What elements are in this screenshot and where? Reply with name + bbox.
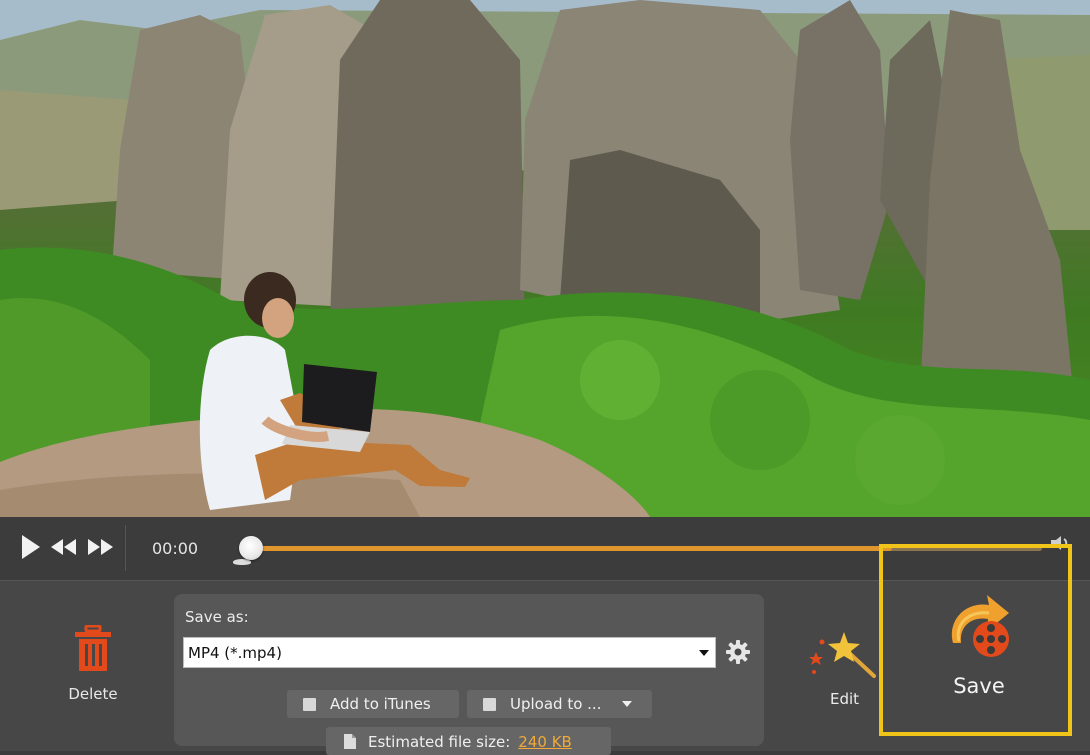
gear-icon[interactable] [725, 639, 751, 669]
format-select-value: MP4 (*.mp4) [188, 644, 282, 662]
rewind-icon[interactable] [50, 538, 78, 560]
save-as-label: Save as: [185, 608, 249, 626]
transport-divider [125, 525, 126, 571]
chevron-down-icon [699, 650, 709, 656]
save-label: Save [953, 674, 1005, 698]
upload-to-label: Upload to ... [510, 695, 602, 713]
fast-forward-icon[interactable] [86, 538, 114, 560]
delete-label: Delete [68, 685, 118, 703]
seek-progress [252, 546, 892, 551]
delete-button[interactable]: Delete [58, 624, 128, 703]
chevron-down-icon [622, 701, 632, 707]
edit-label: Edit [830, 690, 860, 708]
save-film-icon [945, 581, 1015, 665]
trash-icon [72, 624, 114, 677]
magic-wand-icon [806, 630, 876, 690]
export-panel: Delete Save as: MP4 (*.mp4) Add to iTune… [0, 581, 1090, 755]
preview-frame-image [0, 0, 1090, 517]
video-preview[interactable] [0, 0, 1090, 517]
upload-to-dropdown[interactable]: Upload to ... [467, 690, 652, 718]
save-as-section: Save as: MP4 (*.mp4) Add to iTunes Uploa… [174, 594, 764, 755]
format-select[interactable]: MP4 (*.mp4) [183, 637, 716, 668]
estimated-size-label: Estimated file size: [368, 733, 511, 751]
seek-handle-shadow [233, 559, 251, 565]
estimated-size-value[interactable]: 240 KB [518, 733, 572, 751]
current-time: 00:00 [152, 539, 199, 558]
save-button[interactable]: Save [906, 581, 1064, 731]
volume-icon[interactable] [1050, 535, 1070, 555]
seek-handle[interactable] [239, 536, 263, 560]
seek-track[interactable] [252, 546, 1042, 551]
checkbox-icon [303, 698, 316, 711]
document-icon [344, 734, 356, 753]
add-to-itunes-checkbox[interactable]: Add to iTunes [287, 690, 459, 718]
play-icon[interactable] [20, 534, 42, 564]
add-to-itunes-label: Add to iTunes [330, 695, 431, 713]
checkbox-icon [483, 698, 496, 711]
playback-bar: 00:00 [0, 517, 1090, 581]
